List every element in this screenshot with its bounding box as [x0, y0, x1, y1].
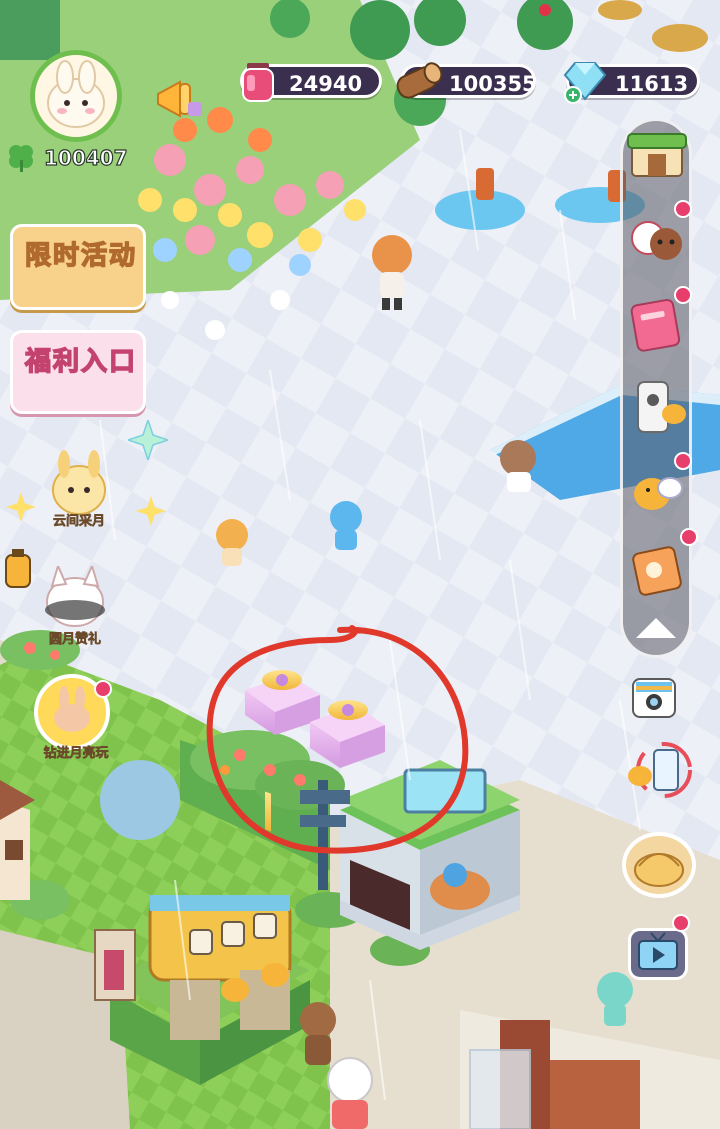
- clover-icon: [9, 145, 33, 172]
- book-icon: [630, 298, 681, 352]
- shop-icon: [627, 133, 687, 177]
- cloud-moon-label: 云间采月: [52, 514, 106, 530]
- chick-icon: [634, 477, 683, 510]
- welfare-entry-label: 福利入口: [24, 346, 137, 378]
- camera-icon: [636, 682, 672, 710]
- clover-count: 100407: [43, 145, 128, 170]
- clover-counter: 100407: [4, 144, 136, 174]
- notification-dot: [672, 914, 690, 932]
- white-cat-character[interactable]: [327, 1057, 373, 1129]
- book-button[interactable]: [624, 290, 690, 356]
- phone-button[interactable]: [624, 374, 690, 440]
- animals-button[interactable]: [624, 204, 690, 270]
- camera-button[interactable]: [632, 678, 676, 718]
- limited-event-button[interactable]: 限时活动: [10, 224, 146, 310]
- wood-log-icon: [396, 62, 443, 99]
- sparkle-icon: [136, 496, 166, 526]
- cloud-moon-event[interactable]: 云间采月: [36, 450, 122, 532]
- avatar[interactable]: [30, 50, 122, 142]
- scroll-button[interactable]: [624, 538, 690, 604]
- full-moon-gift-label: 圆月赞礼: [48, 632, 102, 648]
- phone-icon: [637, 381, 686, 433]
- animals-icon: [631, 221, 682, 260]
- tv-icon: [638, 932, 678, 970]
- gem-icon: [563, 62, 607, 104]
- announcement-button[interactable]: [150, 72, 206, 128]
- gem-resource[interactable]: 11613: [563, 62, 700, 104]
- phone-swap-icon: [628, 742, 692, 798]
- wood-value: 100355: [449, 72, 537, 96]
- chick-button[interactable]: [624, 458, 690, 524]
- potion-resource[interactable]: 24940: [240, 63, 382, 102]
- fox-mask-icon: [45, 563, 105, 627]
- chevron-up-icon: [636, 618, 676, 638]
- collapse-menu-button[interactable]: [626, 606, 686, 650]
- phone-swap-button[interactable]: [624, 740, 704, 800]
- bunny-avatar-icon: [47, 60, 105, 128]
- limited-event-label: 限时活动: [24, 240, 137, 272]
- shop-button[interactable]: [624, 124, 690, 184]
- player-panel: 100407: [0, 0, 140, 180]
- potion-icon: [242, 63, 274, 102]
- notification-dot: [94, 680, 112, 698]
- dumpling-icon: [634, 853, 684, 887]
- tv-button[interactable]: [628, 928, 688, 980]
- cottage-left: [0, 780, 35, 900]
- potion-value: 24940: [289, 72, 363, 96]
- full-moon-gift-event[interactable]: 圆月赞礼: [30, 563, 120, 650]
- gem-value: 11613: [615, 72, 689, 96]
- megaphone-icon: [157, 80, 202, 118]
- dumpling-button[interactable]: [622, 832, 696, 898]
- wood-resource[interactable]: 100355: [396, 62, 537, 99]
- sparkle-icon: [6, 492, 36, 522]
- scroll-icon: [632, 546, 682, 596]
- welfare-entry-button[interactable]: 福利入口: [10, 330, 146, 414]
- sparkle-icon: [128, 420, 168, 460]
- diamond-moon-event[interactable]: 钻进月亮玩: [24, 674, 128, 764]
- diamond-moon-label: 钻进月亮玩: [43, 746, 109, 762]
